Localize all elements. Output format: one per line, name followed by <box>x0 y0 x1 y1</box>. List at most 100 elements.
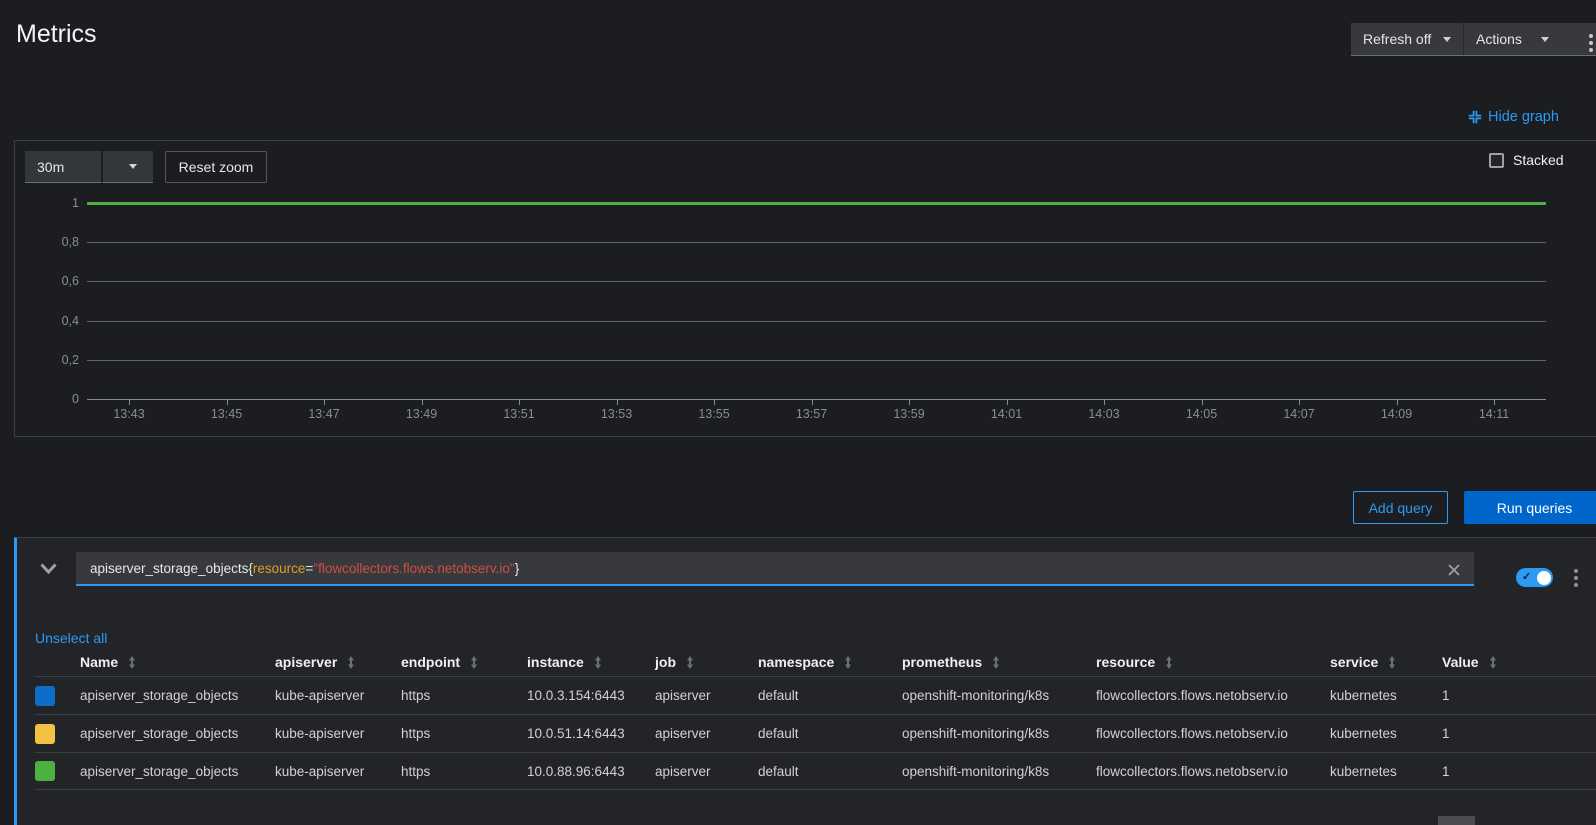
table-body: apiserver_storage_objects kube-apiserver h… <box>35 676 1596 790</box>
sort-icon <box>1389 655 1396 669</box>
table-row: apiserver_storage_objects kube-apiserver h… <box>35 676 1596 714</box>
compress-icon <box>1468 110 1482 124</box>
page-title: Metrics <box>16 20 97 48</box>
table-cell: kube-apiserver <box>275 763 365 779</box>
add-query-button[interactable]: Add query <box>1353 491 1448 524</box>
query-segment-punct: } <box>514 560 520 576</box>
chevron-down-icon <box>39 562 57 574</box>
stacked-checkbox[interactable] <box>1489 152 1504 168</box>
graph-panel: 30m Reset zoom Stacked 0 0,2 0,4 0,6 0,8 1 13:… <box>14 140 1596 437</box>
table-cell: apiserver <box>655 763 711 779</box>
top-toolbar: Refresh off Actions <box>1351 23 1596 56</box>
check-icon: ✓ <box>1522 571 1532 583</box>
table-cell: default <box>758 726 799 741</box>
x-tick-label: 13:45 <box>210 407 243 421</box>
x-tick-mark <box>421 399 423 405</box>
series-color-swatch[interactable] <box>35 761 55 781</box>
x-tick-mark <box>1104 399 1105 405</box>
column-header-label: apiserver <box>275 654 338 670</box>
x-tick-label: 13:51 <box>503 407 535 421</box>
horizontal-scrollbar-thumb[interactable] <box>1438 816 1475 825</box>
gridline <box>87 281 1546 283</box>
query-segment-label: resource <box>252 560 306 576</box>
unselect-all-link[interactable]: Unselect all <box>35 630 107 646</box>
column-header-resource[interactable]: resource <box>1096 654 1330 670</box>
query-results-table: Name apiserver endpoint instance job namespac… <box>35 648 1596 790</box>
x-tick-label: 13:55 <box>698 407 730 421</box>
y-tick-label: 0 <box>72 392 79 406</box>
table-cell: apiserver_storage_objects <box>80 726 239 741</box>
column-header-name[interactable]: Name <box>80 654 275 670</box>
x-tick-label: 13:47 <box>308 407 340 421</box>
column-header-label: service <box>1330 654 1379 670</box>
column-header-prometheus[interactable]: prometheus <box>902 654 1096 670</box>
clear-query-icon[interactable] <box>1444 560 1464 580</box>
x-tick-mark <box>811 399 813 405</box>
actions-label: Actions <box>1476 31 1522 47</box>
enable-query-toggle[interactable]: ✓ <box>1516 568 1553 587</box>
refresh-interval-label: Refresh off <box>1363 31 1432 47</box>
stacked-label: Stacked <box>1513 152 1564 168</box>
table-cell: kubernetes <box>1330 763 1397 779</box>
timespan-caret[interactable] <box>101 151 153 183</box>
table-cell: 10.0.88.96:6443 <box>527 763 625 779</box>
hide-graph-link[interactable]: Hide graph <box>1468 109 1559 125</box>
page-kebab-menu[interactable] <box>1585 30 1596 56</box>
x-tick-label: 13:57 <box>795 407 828 421</box>
x-tick-mark <box>1396 399 1398 405</box>
column-header-instance[interactable]: instance <box>527 654 655 670</box>
column-header-service[interactable]: service <box>1330 654 1442 670</box>
x-tick-label: 14:07 <box>1283 407 1315 421</box>
column-header-label: job <box>655 654 676 670</box>
series-color-swatch[interactable] <box>35 723 55 744</box>
table-cell: kubernetes <box>1330 688 1397 703</box>
query-segment-metric: apiserver_storage_objects <box>90 560 249 576</box>
sort-icon <box>687 655 693 669</box>
series-color-swatch[interactable] <box>35 685 55 706</box>
x-tick-label: 13:59 <box>893 407 925 421</box>
column-header-label: Name <box>80 654 119 670</box>
run-queries-button[interactable]: Run queries <box>1464 491 1596 524</box>
column-header-label: namespace <box>758 654 835 670</box>
table-cell: flowcollectors.flows.netobserv.io <box>1096 726 1288 741</box>
x-tick-label: 14:05 <box>1185 407 1218 421</box>
x-tick-mark <box>714 399 715 405</box>
x-tick-label: 14:09 <box>1380 407 1413 421</box>
x-tick-label: 13:49 <box>405 407 438 421</box>
column-header-job[interactable]: job <box>655 654 758 670</box>
sort-icon <box>1489 655 1496 669</box>
column-header-namespace[interactable]: namespace <box>758 654 902 670</box>
table-cell: kube-apiserver <box>275 688 365 703</box>
column-header-label: endpoint <box>401 654 461 670</box>
query-panel: apiserver_storage_objects{resource="flow… <box>14 537 1596 825</box>
sort-icon <box>129 655 136 669</box>
query-kebab-menu[interactable] <box>1570 565 1582 591</box>
sort-icon <box>845 655 852 669</box>
gridline <box>87 320 1546 322</box>
x-tick-mark <box>909 399 910 405</box>
table-cell: default <box>758 763 799 779</box>
timespan-select[interactable]: 30m <box>25 151 153 183</box>
column-header-value[interactable]: Value <box>1442 654 1596 670</box>
table-cell: kube-apiserver <box>275 726 365 741</box>
x-tick-mark <box>1494 399 1495 405</box>
chevron-down-icon <box>1541 36 1549 42</box>
chevron-down-icon <box>1443 36 1451 42</box>
column-header-apiserver[interactable]: apiserver <box>275 654 401 670</box>
x-tick-label: 14:11 <box>1478 407 1510 421</box>
plot-area[interactable]: 0 0,2 0,4 0,6 0,8 1 13:43 13:45 13:47 13:49 13:51 1… <box>62 196 1546 421</box>
sort-icon <box>471 655 478 669</box>
x-tick-mark <box>324 399 325 405</box>
query-collapse-toggle[interactable] <box>33 555 63 581</box>
table-cell: openshift-monitoring/k8s <box>902 726 1050 741</box>
x-axis-line <box>87 399 1546 400</box>
actions-dropdown[interactable]: Actions <box>1463 23 1561 55</box>
column-header-endpoint[interactable]: endpoint <box>401 654 527 670</box>
refresh-interval-dropdown[interactable]: Refresh off <box>1351 23 1463 55</box>
series-swatch-cell <box>35 761 80 781</box>
y-tick-label: 0,2 <box>61 352 79 367</box>
column-header-label: instance <box>527 654 584 670</box>
reset-zoom-button[interactable]: Reset zoom <box>165 151 267 183</box>
query-expression-input[interactable]: apiserver_storage_objects{resource="flow… <box>76 552 1474 586</box>
table-row: apiserver_storage_objects kube-apiserver h… <box>35 752 1596 790</box>
